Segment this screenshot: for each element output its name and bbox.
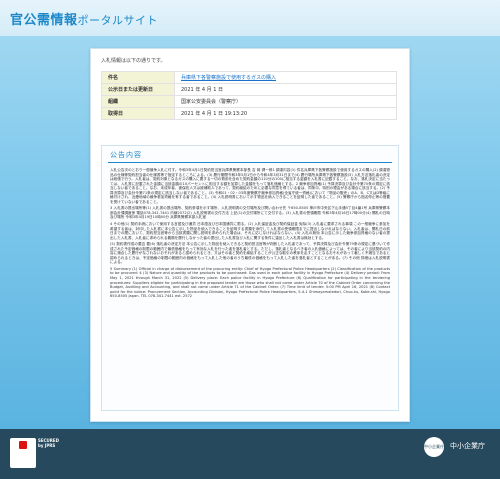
- ssl-seal-text: SECURED by JPRS: [38, 438, 59, 448]
- site-header: 官公需情報ポータルサイト: [0, 0, 500, 36]
- lock-icon: [19, 441, 27, 449]
- notice-title: 公告内容: [110, 151, 142, 159]
- notice-paragraph: 3 入札書の提出場所等(1) 入札書の提出場所、契約条項を示す場所、入札説明書の…: [110, 206, 390, 220]
- info-value: 2021 年 4 月 1 日: [174, 83, 397, 96]
- bid-info-table: 件名 兵庫県下各警察施設で使用するガスの購入 公示日または更新日 2021 年 …: [101, 71, 397, 120]
- table-row: 組織 国家公安委員会（警察庁）: [101, 95, 397, 108]
- logo-main-text: 官公需情報: [10, 13, 78, 28]
- intro-text: 入札情報は以下の通りです。: [101, 58, 166, 64]
- info-key: 公示日または更新日: [101, 83, 175, 96]
- notice-divider: [108, 162, 392, 163]
- bid-detail-card: 入札情報は以下の通りです。 件名 兵庫県下各警察施設で使用するガスの購入 公示日…: [90, 48, 410, 422]
- notice-paragraph: 入札公告次のとおり一般競争入札に付す。令和3年4月1日契約担当官兵庫県警察本部長…: [110, 168, 390, 204]
- table-row: 取得日 2021 年 4 月 1 日 19:13:20: [101, 107, 397, 120]
- ssl-seal[interactable]: [10, 438, 36, 468]
- info-key: 組織: [101, 95, 175, 108]
- agency-name[interactable]: 中小企業庁: [450, 441, 485, 451]
- info-value: 兵庫県下各警察施設で使用するガスの購入: [174, 71, 397, 84]
- site-logo[interactable]: 官公需情報ポータルサイト: [10, 9, 158, 28]
- notice-panel: 公告内容 入札公告次のとおり一般競争入札に付す。令和3年4月1日契約担当官兵庫県…: [101, 145, 399, 411]
- notice-paragraph: (5) 契約書作成の要否 要(6) 落札者の決定方法 本公告に示した物品を納入で…: [110, 242, 390, 265]
- ssl-line2: by JPRS: [38, 443, 56, 448]
- site-footer: SECURED by JPRS 中小企業庁 中小企業庁: [0, 429, 500, 479]
- notice-paragraph: 5 Summary (1) Official in charge of disb…: [110, 266, 390, 299]
- table-row: 公示日または更新日 2021 年 4 月 1 日: [101, 83, 397, 96]
- logo-sub-text: ポータルサイト: [77, 14, 159, 27]
- info-key: 取得日: [101, 107, 175, 120]
- notice-body: 入札公告次のとおり一般競争入札に付す。令和3年4月1日契約担当官兵庫県警察本部長…: [110, 168, 390, 406]
- info-key: 件名: [101, 71, 175, 84]
- table-row: 件名 兵庫県下各警察施設で使用するガスの購入: [101, 71, 397, 84]
- notice-paragraph: 4 その他(1) 契約手続において使用する言語及び通貨 日本語及び日本国通貨に限…: [110, 222, 390, 240]
- subject-link[interactable]: 兵庫県下各警察施設で使用するガスの購入: [181, 75, 276, 81]
- agency-emblem-icon[interactable]: 中小企業庁: [424, 437, 444, 457]
- info-value: 国家公安委員会（警察庁）: [174, 95, 397, 108]
- info-value: 2021 年 4 月 1 日 19:13:20: [174, 107, 397, 120]
